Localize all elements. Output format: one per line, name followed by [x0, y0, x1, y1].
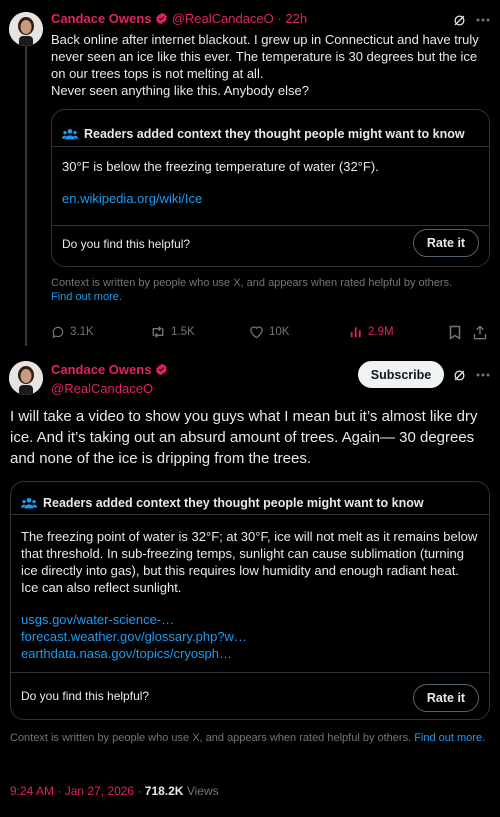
reply-count: 3.1K	[70, 326, 94, 338]
people-icon	[21, 497, 37, 509]
verified-badge-icon	[155, 12, 168, 28]
repost-icon	[152, 326, 164, 338]
note-header-text: Readers added context they thought peopl…	[84, 126, 465, 141]
thread-line	[25, 46, 27, 346]
divider	[52, 225, 489, 226]
more-options-icon[interactable]	[474, 365, 492, 385]
tweet-text: Back online after internet blackout. I g…	[51, 32, 479, 98]
note-question: Do you find this helpful?	[62, 237, 191, 251]
context-text: Context is written by people who use X, …	[10, 732, 412, 744]
note-links: usgs.gov/water-science-… forecast.weathe…	[11, 596, 489, 662]
note-source-link[interactable]: usgs.gov/water-science-…	[21, 611, 479, 628]
find-out-more-link[interactable]: Find out more.	[51, 291, 122, 303]
rate-it-button[interactable]: Rate it	[413, 229, 479, 257]
more-options-icon[interactable]	[474, 10, 492, 30]
tweet-header: Candace Owens @RealCandaceO	[51, 361, 168, 397]
verified-badge-icon	[155, 363, 168, 380]
note-source-link[interactable]: en.wikipedia.org/wiki/Ice	[52, 175, 489, 206]
note-header: Readers added context they thought peopl…	[52, 110, 489, 146]
subscribe-button[interactable]: Subscribe	[358, 361, 444, 388]
like-button[interactable]: 10K	[249, 325, 289, 339]
timestamp[interactable]: 9:24 AM · Jan 27, 2026	[10, 784, 134, 798]
note-source-link[interactable]: earthdata.nasa.gov/topics/cryosph…	[21, 645, 479, 662]
author-name[interactable]: Candace Owens	[51, 11, 151, 26]
context-text: Context is written by people who use X, …	[51, 277, 453, 289]
find-out-more-link[interactable]: Find out more.	[414, 732, 485, 744]
share-icon[interactable]	[472, 324, 488, 340]
heart-icon	[250, 326, 263, 339]
repost-count: 1.5K	[171, 326, 195, 338]
like-count: 10K	[269, 326, 290, 338]
note-body: 30°F is below the freezing temperature o…	[62, 159, 379, 174]
note-header: Readers added context they thought peopl…	[11, 482, 489, 514]
avatar[interactable]	[9, 12, 43, 46]
note-body: The freezing point of water is 32°F; at …	[21, 529, 478, 595]
community-note-card: Readers added context they thought peopl…	[10, 481, 490, 720]
tweet-meta: 9:24 AM · Jan 27, 2026 · 718.2K Views	[10, 784, 219, 798]
tweet-time[interactable]: 22h	[285, 11, 307, 26]
views-count: 718.2K	[144, 784, 184, 798]
repost-button[interactable]: 1.5K	[150, 325, 195, 339]
tweet-header: Candace Owens @RealCandaceO · 22h	[51, 11, 308, 28]
grok-icon[interactable]	[450, 10, 468, 30]
grok-icon[interactable]	[450, 365, 468, 385]
community-note-card: Readers added context they thought peopl…	[51, 109, 490, 267]
divider	[11, 672, 489, 673]
context-footer: Context is written by people who use X, …	[10, 731, 492, 745]
context-footer: Context is written by people who use X, …	[51, 276, 491, 304]
people-icon	[62, 128, 78, 140]
analytics-icon	[350, 327, 361, 338]
author-name[interactable]: Candace Owens	[51, 362, 151, 377]
bookmark-icon[interactable]	[447, 324, 463, 340]
note-question: Do you find this helpful?	[21, 689, 150, 703]
views-button[interactable]: 2.9M	[349, 325, 394, 339]
author-handle[interactable]: @RealCandaceO	[51, 381, 153, 396]
view-count: 2.9M	[368, 326, 394, 338]
note-source-link[interactable]: forecast.weather.gov/glossary.php?w…	[21, 628, 479, 645]
rate-it-button[interactable]: Rate it	[413, 684, 479, 712]
avatar[interactable]	[9, 361, 43, 395]
reply-button[interactable]: 3.1K	[51, 325, 94, 339]
reply-icon	[52, 326, 64, 339]
tweet-text: I will take a video to show you guys wha…	[10, 408, 478, 467]
note-header-text: Readers added context they thought peopl…	[43, 496, 424, 510]
views-label: Views	[186, 784, 219, 798]
author-handle[interactable]: @RealCandaceO	[172, 11, 274, 26]
